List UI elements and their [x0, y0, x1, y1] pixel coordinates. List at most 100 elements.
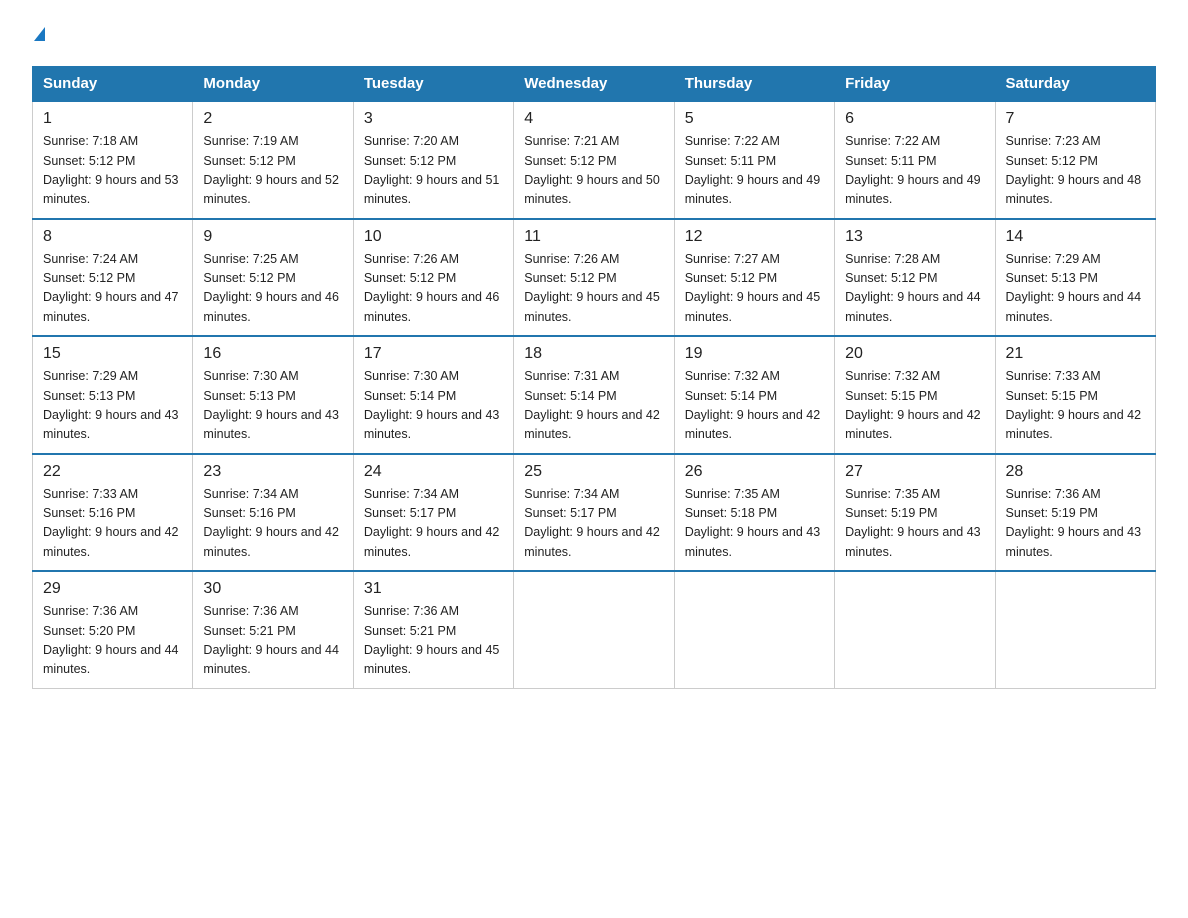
day-number: 28	[1006, 463, 1145, 481]
calendar-cell: 18 Sunrise: 7:31 AMSunset: 5:14 PMDaylig…	[514, 336, 674, 454]
calendar-cell: 29 Sunrise: 7:36 AMSunset: 5:20 PMDaylig…	[33, 571, 193, 688]
calendar-cell: 12 Sunrise: 7:27 AMSunset: 5:12 PMDaylig…	[674, 219, 834, 337]
day-info: Sunrise: 7:33 AMSunset: 5:15 PMDaylight:…	[1006, 369, 1142, 441]
calendar-cell: 15 Sunrise: 7:29 AMSunset: 5:13 PMDaylig…	[33, 336, 193, 454]
page-header	[32, 24, 1156, 48]
weekday-header-sunday: Sunday	[33, 67, 193, 102]
calendar-cell: 2 Sunrise: 7:19 AMSunset: 5:12 PMDayligh…	[193, 101, 353, 219]
calendar-week-row: 8 Sunrise: 7:24 AMSunset: 5:12 PMDayligh…	[33, 219, 1156, 337]
day-info: Sunrise: 7:26 AMSunset: 5:12 PMDaylight:…	[364, 252, 500, 324]
day-number: 16	[203, 345, 342, 363]
calendar-cell	[514, 571, 674, 688]
day-number: 3	[364, 110, 503, 128]
day-number: 9	[203, 228, 342, 246]
logo	[32, 24, 45, 48]
day-info: Sunrise: 7:28 AMSunset: 5:12 PMDaylight:…	[845, 252, 981, 324]
day-number: 7	[1006, 110, 1145, 128]
calendar-cell: 17 Sunrise: 7:30 AMSunset: 5:14 PMDaylig…	[353, 336, 513, 454]
day-info: Sunrise: 7:36 AMSunset: 5:20 PMDaylight:…	[43, 604, 179, 676]
calendar-cell	[835, 571, 995, 688]
day-info: Sunrise: 7:23 AMSunset: 5:12 PMDaylight:…	[1006, 134, 1142, 206]
day-info: Sunrise: 7:19 AMSunset: 5:12 PMDaylight:…	[203, 134, 339, 206]
calendar-cell: 22 Sunrise: 7:33 AMSunset: 5:16 PMDaylig…	[33, 454, 193, 572]
day-number: 8	[43, 228, 182, 246]
day-number: 20	[845, 345, 984, 363]
day-number: 22	[43, 463, 182, 481]
calendar-week-row: 15 Sunrise: 7:29 AMSunset: 5:13 PMDaylig…	[33, 336, 1156, 454]
weekday-header-row: SundayMondayTuesdayWednesdayThursdayFrid…	[33, 67, 1156, 102]
day-number: 21	[1006, 345, 1145, 363]
day-number: 5	[685, 110, 824, 128]
calendar-cell: 16 Sunrise: 7:30 AMSunset: 5:13 PMDaylig…	[193, 336, 353, 454]
day-number: 19	[685, 345, 824, 363]
day-number: 4	[524, 110, 663, 128]
calendar-week-row: 22 Sunrise: 7:33 AMSunset: 5:16 PMDaylig…	[33, 454, 1156, 572]
day-number: 25	[524, 463, 663, 481]
weekday-header-friday: Friday	[835, 67, 995, 102]
day-info: Sunrise: 7:34 AMSunset: 5:16 PMDaylight:…	[203, 487, 339, 559]
calendar-cell: 6 Sunrise: 7:22 AMSunset: 5:11 PMDayligh…	[835, 101, 995, 219]
calendar-cell	[995, 571, 1155, 688]
calendar-cell: 28 Sunrise: 7:36 AMSunset: 5:19 PMDaylig…	[995, 454, 1155, 572]
calendar-cell: 27 Sunrise: 7:35 AMSunset: 5:19 PMDaylig…	[835, 454, 995, 572]
day-info: Sunrise: 7:18 AMSunset: 5:12 PMDaylight:…	[43, 134, 179, 206]
calendar-cell	[674, 571, 834, 688]
day-number: 27	[845, 463, 984, 481]
day-info: Sunrise: 7:29 AMSunset: 5:13 PMDaylight:…	[43, 369, 179, 441]
weekday-header-thursday: Thursday	[674, 67, 834, 102]
day-number: 29	[43, 580, 182, 598]
weekday-header-monday: Monday	[193, 67, 353, 102]
day-info: Sunrise: 7:35 AMSunset: 5:18 PMDaylight:…	[685, 487, 821, 559]
calendar-cell: 4 Sunrise: 7:21 AMSunset: 5:12 PMDayligh…	[514, 101, 674, 219]
calendar-week-row: 1 Sunrise: 7:18 AMSunset: 5:12 PMDayligh…	[33, 101, 1156, 219]
calendar-cell: 11 Sunrise: 7:26 AMSunset: 5:12 PMDaylig…	[514, 219, 674, 337]
calendar-week-row: 29 Sunrise: 7:36 AMSunset: 5:20 PMDaylig…	[33, 571, 1156, 688]
day-info: Sunrise: 7:20 AMSunset: 5:12 PMDaylight:…	[364, 134, 500, 206]
calendar-cell: 31 Sunrise: 7:36 AMSunset: 5:21 PMDaylig…	[353, 571, 513, 688]
day-number: 14	[1006, 228, 1145, 246]
day-info: Sunrise: 7:25 AMSunset: 5:12 PMDaylight:…	[203, 252, 339, 324]
calendar-cell: 1 Sunrise: 7:18 AMSunset: 5:12 PMDayligh…	[33, 101, 193, 219]
day-info: Sunrise: 7:29 AMSunset: 5:13 PMDaylight:…	[1006, 252, 1142, 324]
day-info: Sunrise: 7:22 AMSunset: 5:11 PMDaylight:…	[685, 134, 821, 206]
calendar-cell: 26 Sunrise: 7:35 AMSunset: 5:18 PMDaylig…	[674, 454, 834, 572]
day-info: Sunrise: 7:31 AMSunset: 5:14 PMDaylight:…	[524, 369, 660, 441]
day-info: Sunrise: 7:36 AMSunset: 5:19 PMDaylight:…	[1006, 487, 1142, 559]
day-number: 6	[845, 110, 984, 128]
day-info: Sunrise: 7:27 AMSunset: 5:12 PMDaylight:…	[685, 252, 821, 324]
logo-triangle-icon	[34, 27, 45, 41]
calendar-cell: 21 Sunrise: 7:33 AMSunset: 5:15 PMDaylig…	[995, 336, 1155, 454]
calendar-cell: 7 Sunrise: 7:23 AMSunset: 5:12 PMDayligh…	[995, 101, 1155, 219]
day-number: 17	[364, 345, 503, 363]
day-info: Sunrise: 7:33 AMSunset: 5:16 PMDaylight:…	[43, 487, 179, 559]
day-number: 30	[203, 580, 342, 598]
calendar-cell: 10 Sunrise: 7:26 AMSunset: 5:12 PMDaylig…	[353, 219, 513, 337]
calendar-cell: 9 Sunrise: 7:25 AMSunset: 5:12 PMDayligh…	[193, 219, 353, 337]
day-number: 10	[364, 228, 503, 246]
day-number: 2	[203, 110, 342, 128]
day-info: Sunrise: 7:36 AMSunset: 5:21 PMDaylight:…	[364, 604, 500, 676]
day-number: 11	[524, 228, 663, 246]
calendar-cell: 5 Sunrise: 7:22 AMSunset: 5:11 PMDayligh…	[674, 101, 834, 219]
day-info: Sunrise: 7:32 AMSunset: 5:15 PMDaylight:…	[845, 369, 981, 441]
day-number: 26	[685, 463, 824, 481]
calendar-cell: 25 Sunrise: 7:34 AMSunset: 5:17 PMDaylig…	[514, 454, 674, 572]
day-number: 31	[364, 580, 503, 598]
day-number: 18	[524, 345, 663, 363]
calendar-cell: 14 Sunrise: 7:29 AMSunset: 5:13 PMDaylig…	[995, 219, 1155, 337]
calendar-cell: 13 Sunrise: 7:28 AMSunset: 5:12 PMDaylig…	[835, 219, 995, 337]
weekday-header-saturday: Saturday	[995, 67, 1155, 102]
day-info: Sunrise: 7:21 AMSunset: 5:12 PMDaylight:…	[524, 134, 660, 206]
calendar-cell: 8 Sunrise: 7:24 AMSunset: 5:12 PMDayligh…	[33, 219, 193, 337]
weekday-header-tuesday: Tuesday	[353, 67, 513, 102]
day-info: Sunrise: 7:30 AMSunset: 5:13 PMDaylight:…	[203, 369, 339, 441]
calendar-table: SundayMondayTuesdayWednesdayThursdayFrid…	[32, 66, 1156, 689]
day-number: 13	[845, 228, 984, 246]
calendar-cell: 30 Sunrise: 7:36 AMSunset: 5:21 PMDaylig…	[193, 571, 353, 688]
day-number: 1	[43, 110, 182, 128]
calendar-body: 1 Sunrise: 7:18 AMSunset: 5:12 PMDayligh…	[33, 101, 1156, 688]
day-info: Sunrise: 7:22 AMSunset: 5:11 PMDaylight:…	[845, 134, 981, 206]
day-info: Sunrise: 7:35 AMSunset: 5:19 PMDaylight:…	[845, 487, 981, 559]
calendar-cell: 23 Sunrise: 7:34 AMSunset: 5:16 PMDaylig…	[193, 454, 353, 572]
calendar-header: SundayMondayTuesdayWednesdayThursdayFrid…	[33, 67, 1156, 102]
